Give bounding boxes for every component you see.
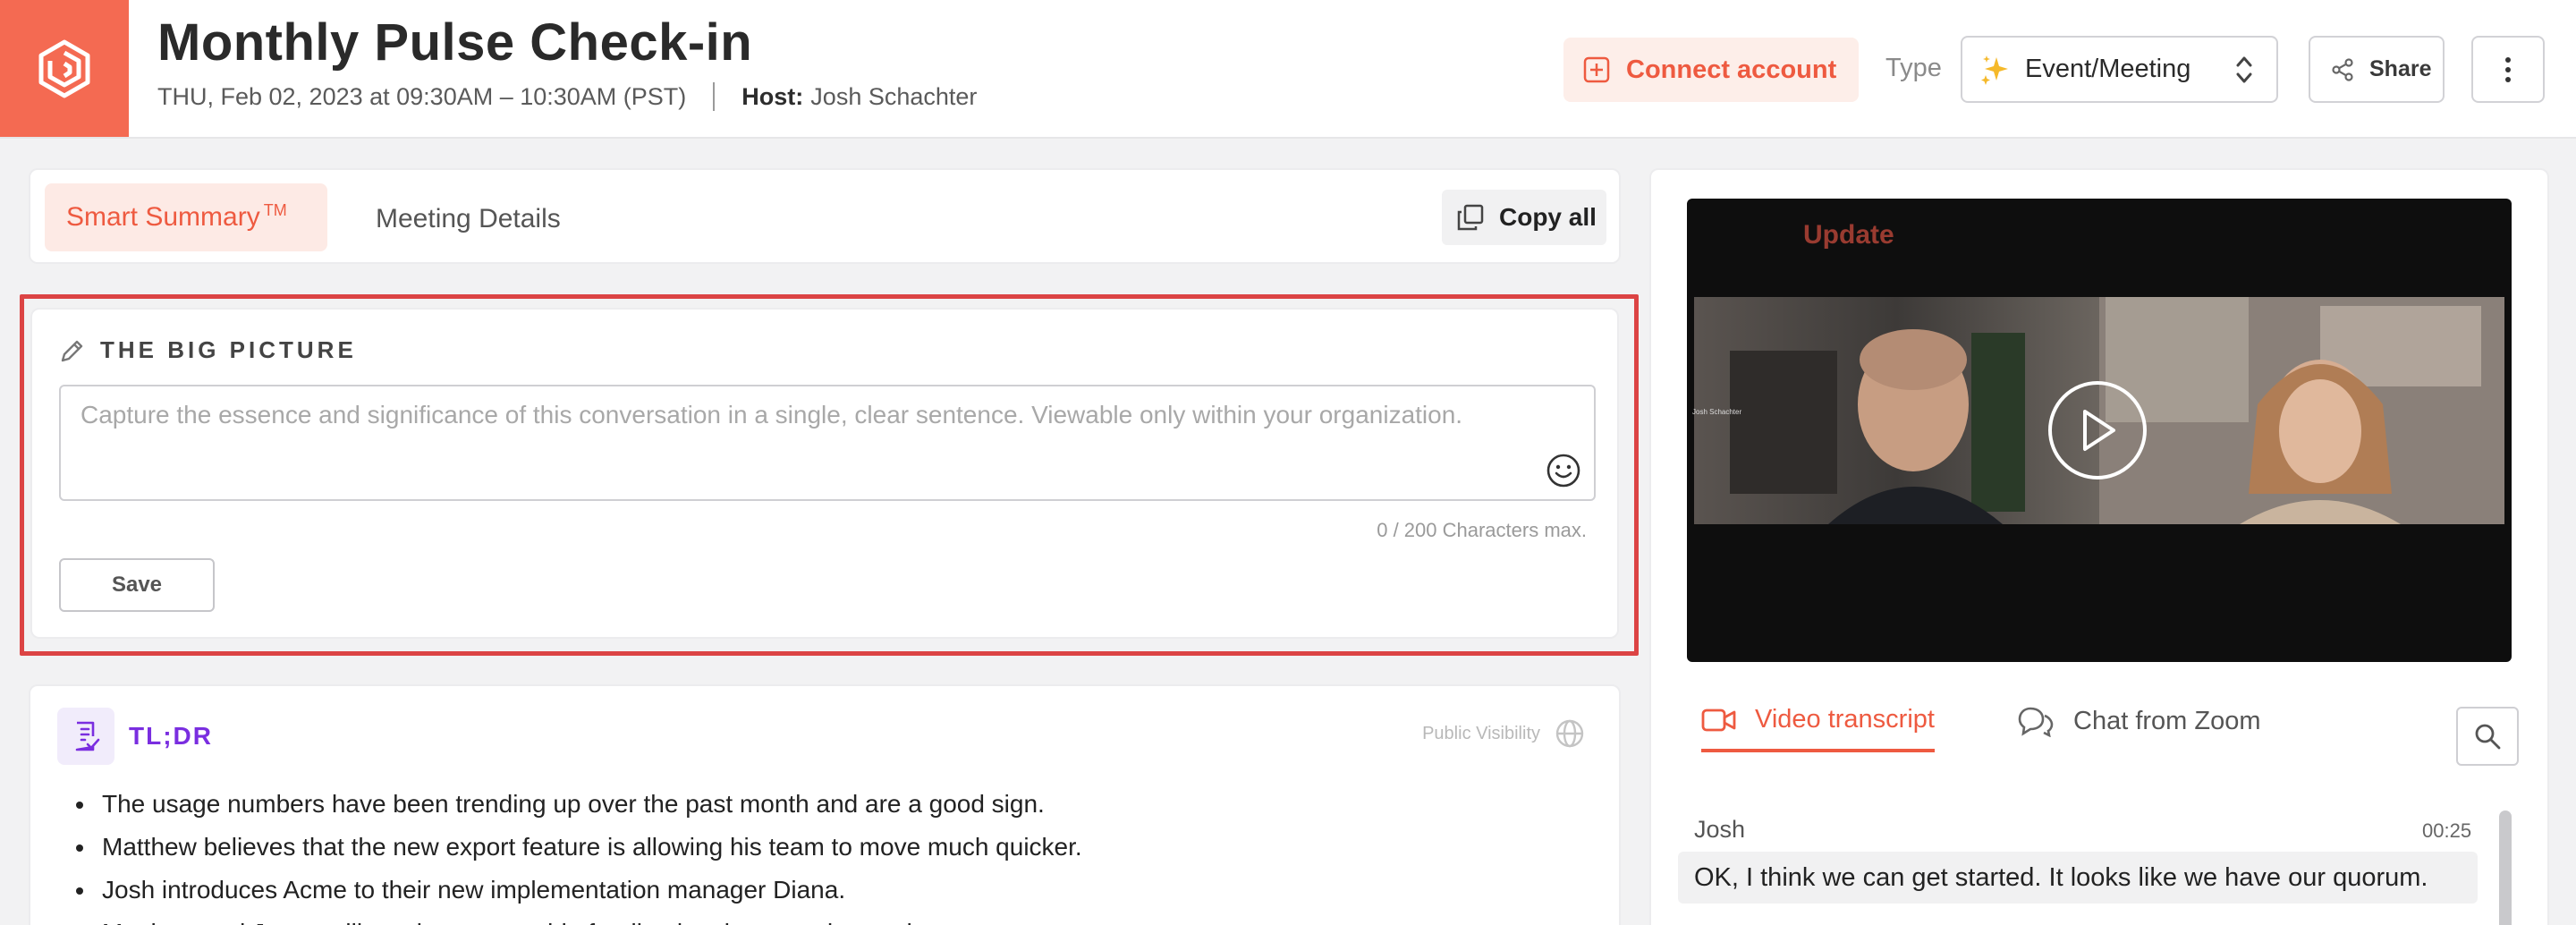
media-panel: Update Josh Schachter Video transcript C… (1649, 168, 2549, 925)
chat-bubbles-icon (2018, 707, 2054, 737)
tab-meeting-details[interactable]: Meeting Details (376, 204, 561, 234)
participant-name-tag: Josh Schachter (1692, 408, 1742, 416)
more-options-button[interactable] (2471, 36, 2545, 103)
share-icon (2332, 57, 2353, 81)
app-logo[interactable] (0, 0, 129, 137)
tldr-list: The usage numbers have been trending up … (97, 783, 1082, 925)
play-icon (2083, 410, 2115, 451)
trademark-mark: TM (263, 200, 287, 219)
pencil-icon (61, 340, 83, 361)
logo-icon (38, 39, 90, 98)
share-button[interactable]: Share (2309, 36, 2445, 103)
tab-smart-summary[interactable]: Smart Summary TM (45, 183, 327, 251)
meeting-datetime: THU, Feb 02, 2023 at 09:30AM – 10:30AM (… (157, 82, 687, 110)
transcript-speaker: Josh (1694, 816, 1746, 843)
video-camera-icon (1701, 709, 1736, 731)
tab-chat-from-zoom-label: Chat from Zoom (2073, 706, 2261, 735)
tab-smart-summary-label: Smart Summary (66, 202, 260, 232)
search-icon (2475, 724, 2501, 750)
list-item: Matthew and Jenna will continue to provi… (97, 912, 1082, 925)
save-button[interactable]: Save (59, 558, 215, 612)
list-item: The usage numbers have been trending up … (97, 783, 1082, 826)
video-brand-overlay: Update (1803, 220, 1894, 250)
type-label: Type (1885, 54, 1942, 82)
chevron-updown-icon (2236, 56, 2252, 83)
page-title: Monthly Pulse Check-in (157, 13, 753, 72)
copy-all-label: Copy all (1499, 203, 1597, 231)
transcript-timestamp[interactable]: 00:25 (2422, 819, 2471, 843)
big-picture-placeholder: Capture the essence and significance of … (80, 401, 1463, 429)
summary-tabs-bar: Smart Summary TM Meeting Details Copy all (29, 168, 1621, 264)
share-label: Share (2369, 56, 2432, 81)
big-picture-input[interactable]: Capture the essence and significance of … (59, 385, 1596, 501)
host-label: Host: (741, 82, 804, 110)
connect-account-button[interactable]: Connect account (1563, 38, 1859, 102)
copy-icon (1457, 204, 1484, 231)
checklist-doc-icon (75, 721, 100, 751)
copy-all-button[interactable]: Copy all (1442, 190, 1606, 245)
visibility-label: Public Visibility (1422, 723, 1540, 743)
character-counter: 0 / 200 Characters max. (1377, 519, 1587, 541)
transcript-scrollbar[interactable] (2499, 810, 2512, 925)
tab-chat-from-zoom[interactable]: Chat from Zoom (2018, 705, 2261, 737)
list-item: Matthew believes that the new export fea… (97, 826, 1082, 869)
big-picture-title: THE BIG PICTURE (100, 336, 357, 363)
globe-icon (1555, 719, 1584, 748)
list-item: Josh introduces Acme to their new implem… (97, 869, 1082, 912)
top-header: Monthly Pulse Check-in THU, Feb 02, 2023… (0, 0, 2576, 139)
video-player[interactable]: Update Josh Schachter (1687, 199, 2512, 662)
transcript-line[interactable]: OK, I think we can get started. It looks… (1678, 852, 2478, 904)
tldr-icon-box (57, 708, 114, 765)
visibility-toggle[interactable]: Public Visibility (1422, 718, 1585, 749)
sparkles-icon (1981, 55, 2008, 85)
type-select[interactable]: Event/Meeting (1961, 36, 2278, 103)
host-name: Josh Schachter (810, 82, 978, 110)
plus-square-icon (1583, 56, 1610, 83)
big-picture-header: THE BIG PICTURE (59, 336, 357, 364)
type-value: Event/Meeting (2025, 55, 2191, 83)
meeting-meta: THU, Feb 02, 2023 at 09:30AM – 10:30AM (… (157, 82, 977, 111)
play-button[interactable] (2048, 381, 2147, 479)
emoji-icon[interactable] (1546, 453, 1581, 488)
tldr-card: TL;DR Public Visibility The usage number… (29, 684, 1621, 925)
kebab-menu-icon (2505, 56, 2511, 82)
tab-video-transcript-label: Video transcript (1755, 705, 1935, 734)
big-picture-card: THE BIG PICTURE Capture the essence and … (30, 308, 1619, 639)
tldr-title: TL;DR (129, 722, 213, 750)
connect-account-label: Connect account (1626, 55, 1837, 84)
meta-divider (713, 82, 716, 111)
transcript-search-button[interactable] (2456, 707, 2519, 766)
tab-video-transcript[interactable]: Video transcript (1701, 705, 1935, 752)
